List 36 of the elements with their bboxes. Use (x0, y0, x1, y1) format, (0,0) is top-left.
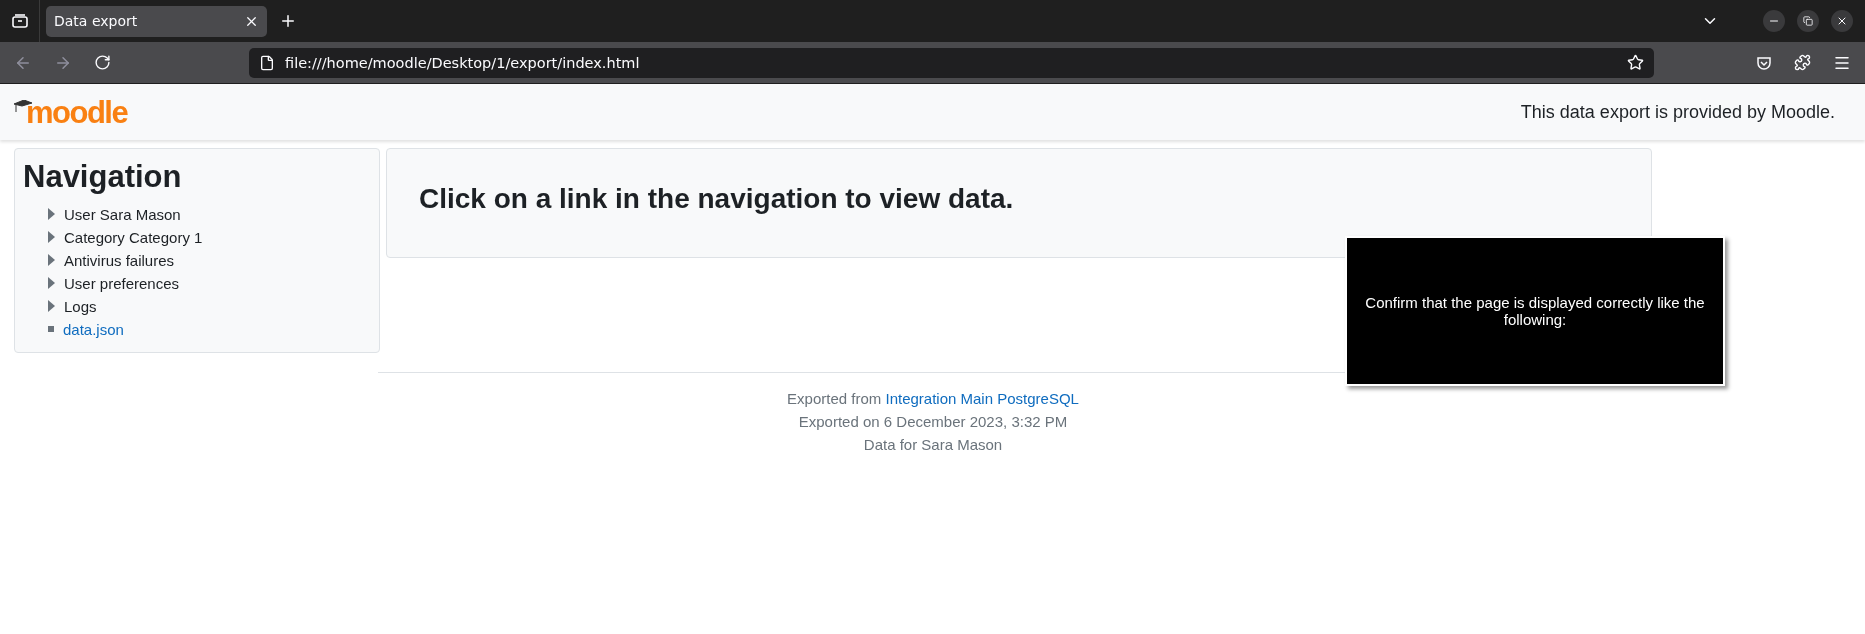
caret-icon (48, 300, 55, 312)
minimize-button[interactable] (1763, 10, 1785, 32)
file-icon (259, 54, 275, 71)
header-notice: This data export is provided by Moodle. (1520, 101, 1835, 123)
navigation-title: Navigation (23, 159, 183, 195)
caret-icon (48, 231, 55, 243)
exported-from-text: Exported from Integration Main PostgreSQL (787, 389, 1079, 408)
exported-on-text: Exported on 6 December 2023, 3:32 PM (798, 412, 1068, 431)
caret-icon (48, 208, 55, 220)
nav-item[interactable]: Logs (64, 297, 97, 315)
caret-icon (48, 277, 55, 289)
reload-icon (94, 54, 111, 71)
nav-item[interactable]: User preferences (64, 274, 180, 292)
nav-item[interactable]: User Sara Mason (64, 205, 181, 223)
close-icon (1836, 15, 1848, 27)
star-icon[interactable] (1627, 54, 1644, 71)
plus-icon (279, 12, 297, 30)
close-button[interactable] (1831, 10, 1853, 32)
browser-tab[interactable]: Data export (46, 5, 267, 37)
data-for-text: Data for Sara Mason (863, 435, 1003, 454)
pocket-icon (1756, 54, 1772, 71)
overlay-message: Confirm that the page is displayed correctly like the following: (1364, 294, 1706, 328)
tab-list-icon (11, 14, 28, 28)
nav-item[interactable]: Category Category 1 (64, 228, 203, 246)
tab-title: Data export (54, 13, 138, 29)
address-bar[interactable]: file:///home/moodle/Desktop/1/export/index.html (249, 47, 1654, 78)
nav-item[interactable]: Antivirus failures (64, 251, 175, 269)
restore-icon (1803, 16, 1813, 26)
address-text: file:///home/moodle/Desktop/1/export/index.html (285, 54, 641, 71)
caret-icon (48, 254, 55, 266)
puzzle-icon (1794, 54, 1811, 71)
file-link[interactable]: data.json (63, 320, 124, 338)
bullet-icon (48, 326, 54, 332)
main-heading: Click on a link in the navigation to view data. (419, 183, 1015, 215)
restore-button[interactable] (1797, 10, 1819, 32)
site-link[interactable]: Integration Main PostgreSQL (885, 390, 1079, 407)
